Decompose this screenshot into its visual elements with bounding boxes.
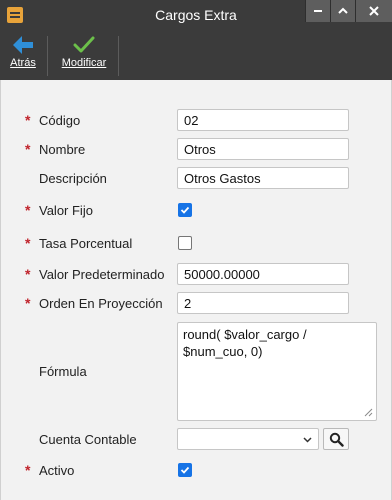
required-marker: * [25,295,31,311]
valor-predeterminado-input[interactable] [177,263,349,285]
required-marker: * [25,202,31,218]
modify-button[interactable]: Modificar [55,30,113,80]
formula-label: Fórmula [39,364,87,379]
toolbar-divider [47,36,48,76]
search-icon [329,432,344,447]
valor-fijo-label: Valor Fijo [39,203,93,218]
required-marker: * [25,462,31,478]
nombre-input[interactable] [177,138,349,160]
resize-grip-icon[interactable] [363,407,373,417]
required-marker: * [25,141,31,157]
required-marker: * [25,112,31,128]
nombre-label: Nombre [39,142,86,157]
valor-fijo-checkbox[interactable] [178,203,192,217]
descripcion-input[interactable] [177,167,349,189]
title-bar: Cargos Extra [0,0,392,30]
tasa-porcentual-label: Tasa Porcentual [39,236,133,251]
required-marker: * [25,235,31,251]
minimize-icon [314,10,322,12]
search-button[interactable] [323,428,349,450]
activo-label: Activo [39,463,75,478]
checkmark-icon [73,36,95,53]
cargo-form: * Código * Nombre Descripción * Valor Fi… [0,80,392,500]
maximize-button[interactable] [330,0,355,22]
chevron-down-icon [303,437,312,443]
descripcion-label: Descripción [39,171,107,186]
orden-proyeccion-input[interactable] [177,292,349,314]
minimize-button[interactable] [305,0,330,22]
toolbar-divider [118,36,119,76]
back-button[interactable]: Atrás [3,30,43,80]
close-button[interactable] [355,0,392,22]
back-arrow-icon [13,36,33,54]
toolbar: Atrás Modificar [0,30,392,80]
back-button-label: Atrás [10,57,36,69]
codigo-input[interactable] [177,109,349,131]
close-icon [369,6,379,16]
valor-predeterminado-label: Valor Predeterminado [39,267,165,282]
activo-checkbox[interactable] [178,463,192,477]
maximize-icon [338,7,348,14]
checkmark-icon [180,206,190,214]
tasa-porcentual-checkbox[interactable] [178,236,192,250]
required-marker: * [25,266,31,282]
checkmark-icon [180,466,190,474]
formula-textarea[interactable]: round( $valor_cargo / $num_cuo, 0) [177,322,377,421]
codigo-label: Código [39,113,81,128]
cuenta-contable-label: Cuenta Contable [39,432,137,447]
modify-button-label: Modificar [61,57,107,69]
cuenta-contable-select[interactable] [177,428,319,450]
orden-proyeccion-label: Orden En Proyección [39,296,163,311]
